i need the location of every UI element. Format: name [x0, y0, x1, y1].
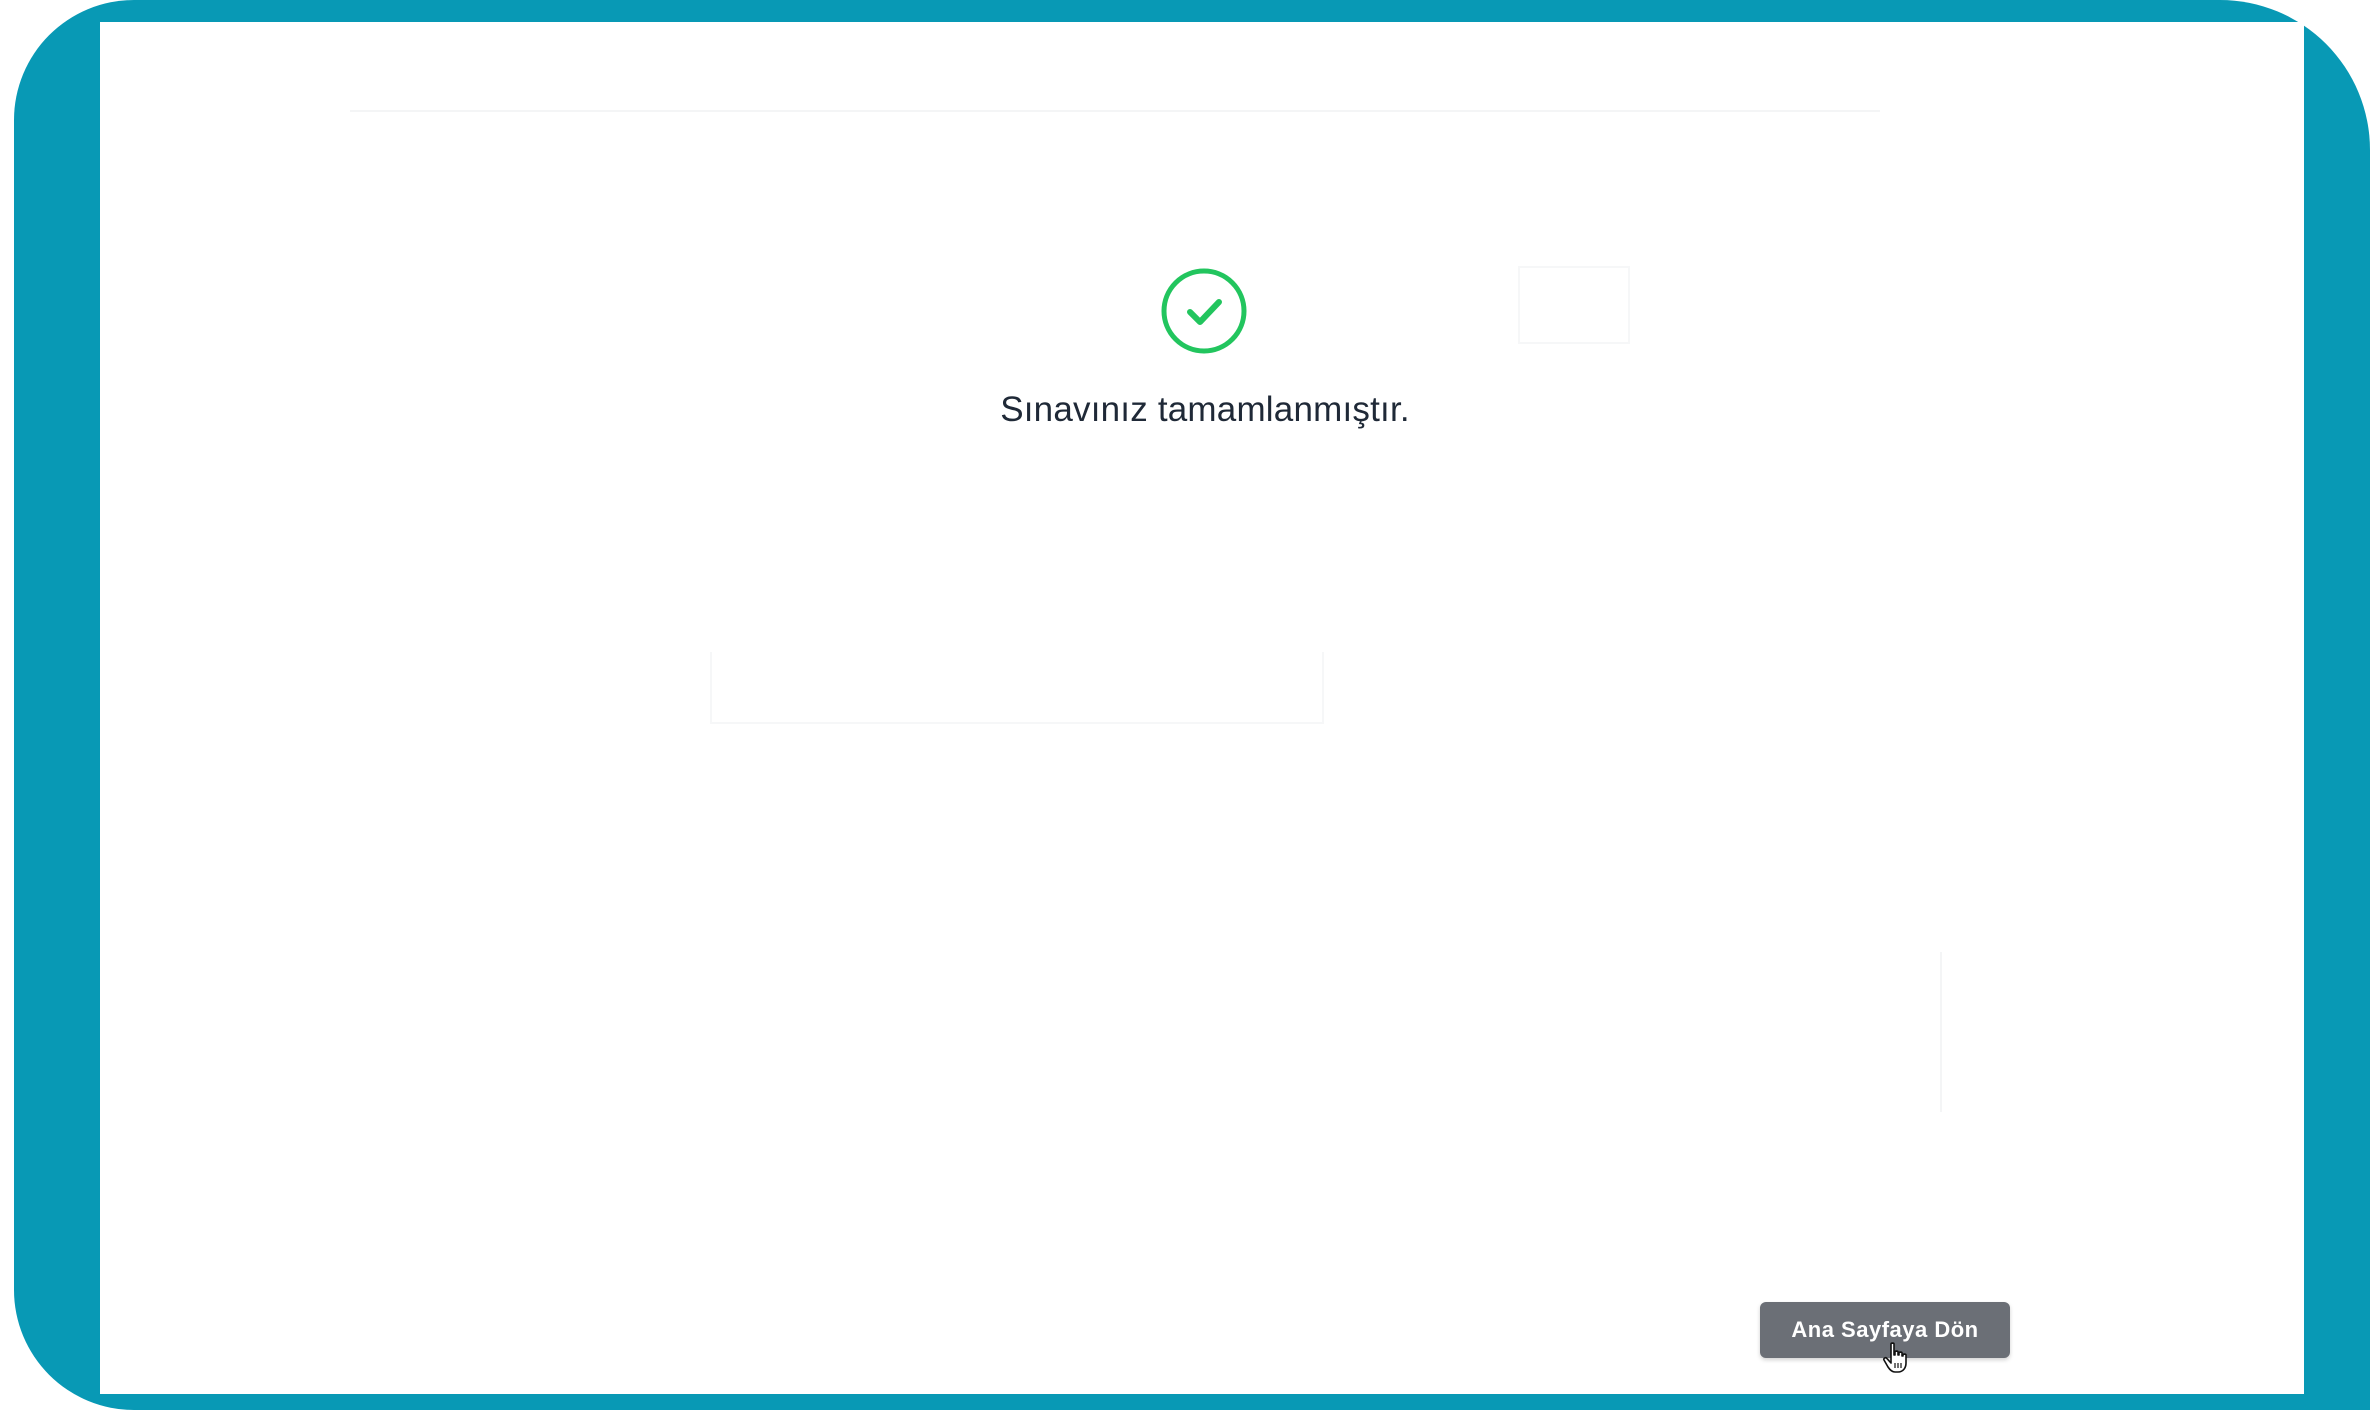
faint-vertical-line	[1940, 952, 1942, 1112]
faint-divider	[350, 110, 1880, 112]
faint-panel	[710, 652, 1324, 724]
return-home-button[interactable]: Ana Sayfaya Dön	[1760, 1302, 2010, 1358]
check-circle-icon	[1161, 268, 1247, 354]
screenshot-frame: Sınavınız tamamlanmıştır. Ana Sayfaya Dö…	[0, 0, 2370, 1410]
faint-box	[1518, 266, 1630, 344]
completion-message: Sınavınız tamamlanmıştır.	[1000, 390, 1410, 429]
exam-complete-screen	[100, 22, 2304, 1394]
